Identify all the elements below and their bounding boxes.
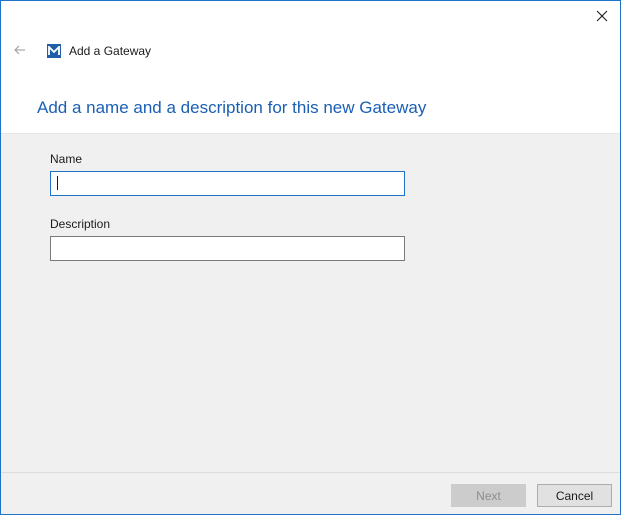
page-heading: Add a name and a description for this ne… <box>37 98 427 117</box>
back-arrow-icon <box>14 45 25 55</box>
cancel-button[interactable]: Cancel <box>537 484 612 507</box>
dialog-window: Add a Gateway Add a name and a descripti… <box>0 0 621 515</box>
description-input[interactable] <box>50 236 405 261</box>
back-button[interactable] <box>9 39 31 61</box>
window-title: Add a Gateway <box>69 44 152 58</box>
next-button[interactable]: Next <box>451 484 526 507</box>
app-logo-glyph <box>48 46 60 55</box>
name-input[interactable] <box>50 171 405 196</box>
name-label: Name <box>50 152 83 166</box>
close-button[interactable] <box>590 5 614 27</box>
app-logo-icon <box>47 44 61 58</box>
description-label: Description <box>50 217 111 231</box>
footer-bar: Next Cancel <box>1 472 620 514</box>
close-icon <box>596 10 608 22</box>
text-caret <box>57 176 58 190</box>
